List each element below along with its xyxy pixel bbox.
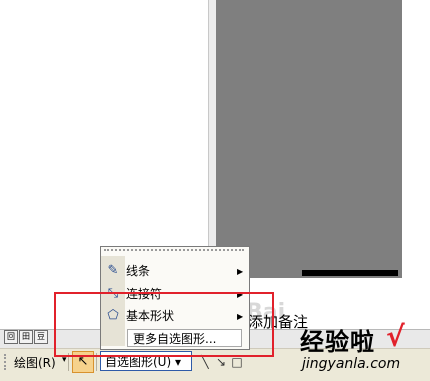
lines-icon: ✎ bbox=[107, 263, 119, 278]
rectangle-tool-icon[interactable]: □ bbox=[230, 355, 244, 369]
submenu-arrow-icon: ▶ bbox=[237, 267, 244, 276]
page-shadow-line bbox=[302, 270, 398, 276]
toolbar-grip[interactable] bbox=[4, 354, 9, 370]
slide-sorter-button[interactable]: 田 bbox=[19, 330, 33, 344]
normal-view-button[interactable]: 回 bbox=[4, 330, 18, 344]
arrow-tool-icon[interactable]: ↘ bbox=[214, 355, 228, 369]
watermark-url: jingyanla.com bbox=[302, 356, 401, 372]
draw-menu-button[interactable]: 绘图(R) bbox=[14, 354, 56, 371]
menu-drag-handle[interactable] bbox=[104, 249, 244, 254]
view-buttons: 回 田 豆 bbox=[4, 330, 48, 344]
highlight-box bbox=[54, 292, 274, 357]
line-tool-icon[interactable]: ╲ bbox=[198, 355, 212, 369]
check-mark-icon: √ bbox=[386, 320, 405, 353]
watermark-text: 经验啦 bbox=[300, 328, 375, 356]
gray-panel bbox=[216, 0, 402, 278]
gray-panel-inner bbox=[296, 0, 302, 276]
menu-item-lines[interactable]: 线条 bbox=[126, 261, 244, 281]
slideshow-button[interactable]: 豆 bbox=[34, 330, 48, 344]
